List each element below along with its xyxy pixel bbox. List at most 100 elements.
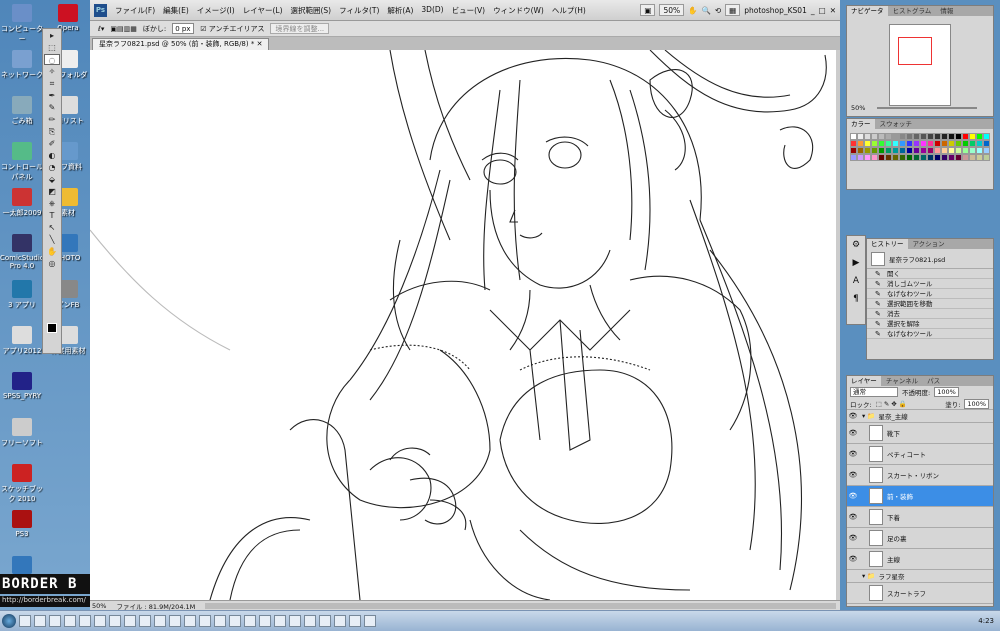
taskbar-app-icon[interactable] [214, 615, 226, 627]
color-swatch[interactable] [969, 154, 976, 161]
visibility-eye-icon[interactable]: 👁 [847, 513, 859, 521]
taskbar-app-icon[interactable] [154, 615, 166, 627]
history-state[interactable]: 選択範囲を移動 [867, 299, 993, 309]
color-swatch[interactable] [983, 147, 990, 154]
color-swatch[interactable] [955, 147, 962, 154]
color-swatch[interactable] [906, 147, 913, 154]
taskbar-app-icon[interactable] [289, 615, 301, 627]
history-tab[interactable]: アクション [909, 239, 949, 249]
group-toggle-icon[interactable]: ▾ 📁 [859, 412, 878, 420]
document-tab[interactable]: 星奈ラフ0821.psd @ 50% (前・装飾, RGB/8) * ✕ [92, 38, 270, 50]
tool-icon[interactable]: ✧ [44, 66, 60, 77]
history-state[interactable]: 消しゴムツール [867, 279, 993, 289]
taskbar-app-icon[interactable] [349, 615, 361, 627]
color-swatch[interactable] [934, 133, 941, 140]
tool-icon[interactable]: ⬚ [44, 42, 60, 53]
layer-group-main[interactable]: 👁 ▾ 📁 星奈_主線 [847, 410, 993, 423]
color-swatch[interactable] [864, 154, 871, 161]
color-swatch[interactable] [920, 147, 927, 154]
color-swatch[interactable] [871, 133, 878, 140]
desktop-icon[interactable]: SPSS_PYRY [0, 372, 44, 400]
swatches-tab[interactable]: スウォッチ [876, 119, 917, 129]
taskbar-app-icon[interactable] [124, 615, 136, 627]
color-swatch[interactable] [920, 140, 927, 147]
feather-input[interactable]: 0 px [172, 23, 195, 34]
taskbar-app-icon[interactable] [169, 615, 181, 627]
color-swatch[interactable] [955, 133, 962, 140]
taskbar-app-icon[interactable] [94, 615, 106, 627]
menu-item[interactable]: ヘルプ(H) [548, 5, 590, 16]
taskbar-app-icon[interactable] [199, 615, 211, 627]
hand-tool-icon[interactable]: ✋ [688, 6, 697, 15]
color-swatch[interactable] [948, 147, 955, 154]
color-swatch[interactable] [892, 154, 899, 161]
tool-icon[interactable]: ◔ [44, 162, 60, 173]
color-swatch[interactable] [962, 140, 969, 147]
navigator-zoom-slider[interactable] [877, 107, 977, 109]
color-swatch[interactable] [850, 147, 857, 154]
lasso-tool-preset-icon[interactable]: ℓ▾ [98, 25, 104, 33]
color-swatch[interactable] [983, 133, 990, 140]
desktop-icon[interactable]: アプリ2012 [0, 326, 44, 356]
color-swatch[interactable] [969, 133, 976, 140]
navigator-tab[interactable]: 情報 [936, 6, 957, 16]
visibility-eye-icon[interactable]: 👁 [847, 534, 859, 542]
color-swatch[interactable] [948, 140, 955, 147]
desktop-icon[interactable]: スケッチブック 2010 [0, 464, 44, 504]
color-swatch[interactable] [892, 133, 899, 140]
color-swatch[interactable] [941, 147, 948, 154]
history-state[interactable]: 開く [867, 269, 993, 279]
color-swatch[interactable] [857, 140, 864, 147]
history-state[interactable]: 選択を解除 [867, 319, 993, 329]
color-swatch[interactable] [906, 154, 913, 161]
fill-input[interactable]: 100% [964, 398, 989, 409]
menu-item[interactable]: イメージ(I) [193, 5, 239, 16]
history-panel-icon[interactable]: ⚙ [847, 236, 865, 254]
taskbar-app-icon[interactable] [244, 615, 256, 627]
opacity-input[interactable]: 100% [934, 387, 959, 397]
taskbar-app-icon[interactable] [49, 615, 61, 627]
color-swatch[interactable] [857, 133, 864, 140]
tool-icon[interactable]: ▸ [44, 30, 60, 41]
layers-tab[interactable]: パス [923, 376, 944, 386]
color-swatch[interactable] [899, 140, 906, 147]
color-swatch[interactable] [885, 140, 892, 147]
color-swatch[interactable] [941, 133, 948, 140]
tool-icon[interactable]: ⌗ [44, 78, 60, 89]
menu-item[interactable]: フィルタ(T) [335, 5, 383, 16]
color-swatch[interactable] [899, 147, 906, 154]
layer-row[interactable]: スカートラフ [847, 583, 993, 604]
layer-row[interactable]: 👁 ペチィコート [847, 444, 993, 465]
visibility-eye-icon[interactable]: 👁 [847, 555, 859, 563]
layer-row[interactable]: 👁 前・装飾 [847, 486, 993, 507]
color-swatch[interactable] [913, 147, 920, 154]
tool-icon[interactable]: ◐ [44, 150, 60, 161]
color-swatch[interactable] [857, 154, 864, 161]
visibility-eye-icon[interactable]: 👁 [847, 492, 859, 500]
refine-edge-button[interactable]: 境界線を調整... [270, 23, 330, 34]
menu-item[interactable]: ウィンドウ(W) [489, 5, 548, 16]
color-swatch[interactable] [948, 133, 955, 140]
minimize-icon[interactable]: _ [811, 6, 815, 15]
color-swatch[interactable] [885, 154, 892, 161]
taskbar-app-icon[interactable] [259, 615, 271, 627]
history-snapshot-thumb[interactable] [871, 251, 885, 266]
lock-icons[interactable]: ⬚ ✎ ✥ 🔒 [876, 400, 907, 408]
color-swatch[interactable] [878, 154, 885, 161]
arrange-documents-icon[interactable]: ▦ [725, 4, 741, 16]
desktop-icon[interactable]: コンピューター [0, 4, 44, 44]
taskbar-app-icon[interactable] [334, 615, 346, 627]
menu-item[interactable]: ファイル(F) [111, 5, 159, 16]
color-swatch[interactable] [920, 133, 927, 140]
color-swatch[interactable] [885, 147, 892, 154]
color-swatch[interactable] [871, 154, 878, 161]
taskbar-app-icon[interactable] [34, 615, 46, 627]
color-swatch[interactable] [878, 133, 885, 140]
desktop-icon[interactable]: PS3 [0, 510, 44, 538]
color-swatch[interactable] [913, 140, 920, 147]
color-swatch[interactable] [878, 140, 885, 147]
taskbar-app-icon[interactable] [184, 615, 196, 627]
color-swatch[interactable] [892, 140, 899, 147]
group-toggle-icon[interactable]: ▾ 📁 [859, 572, 878, 580]
layer-row[interactable]: 👁 主線 [847, 549, 993, 570]
